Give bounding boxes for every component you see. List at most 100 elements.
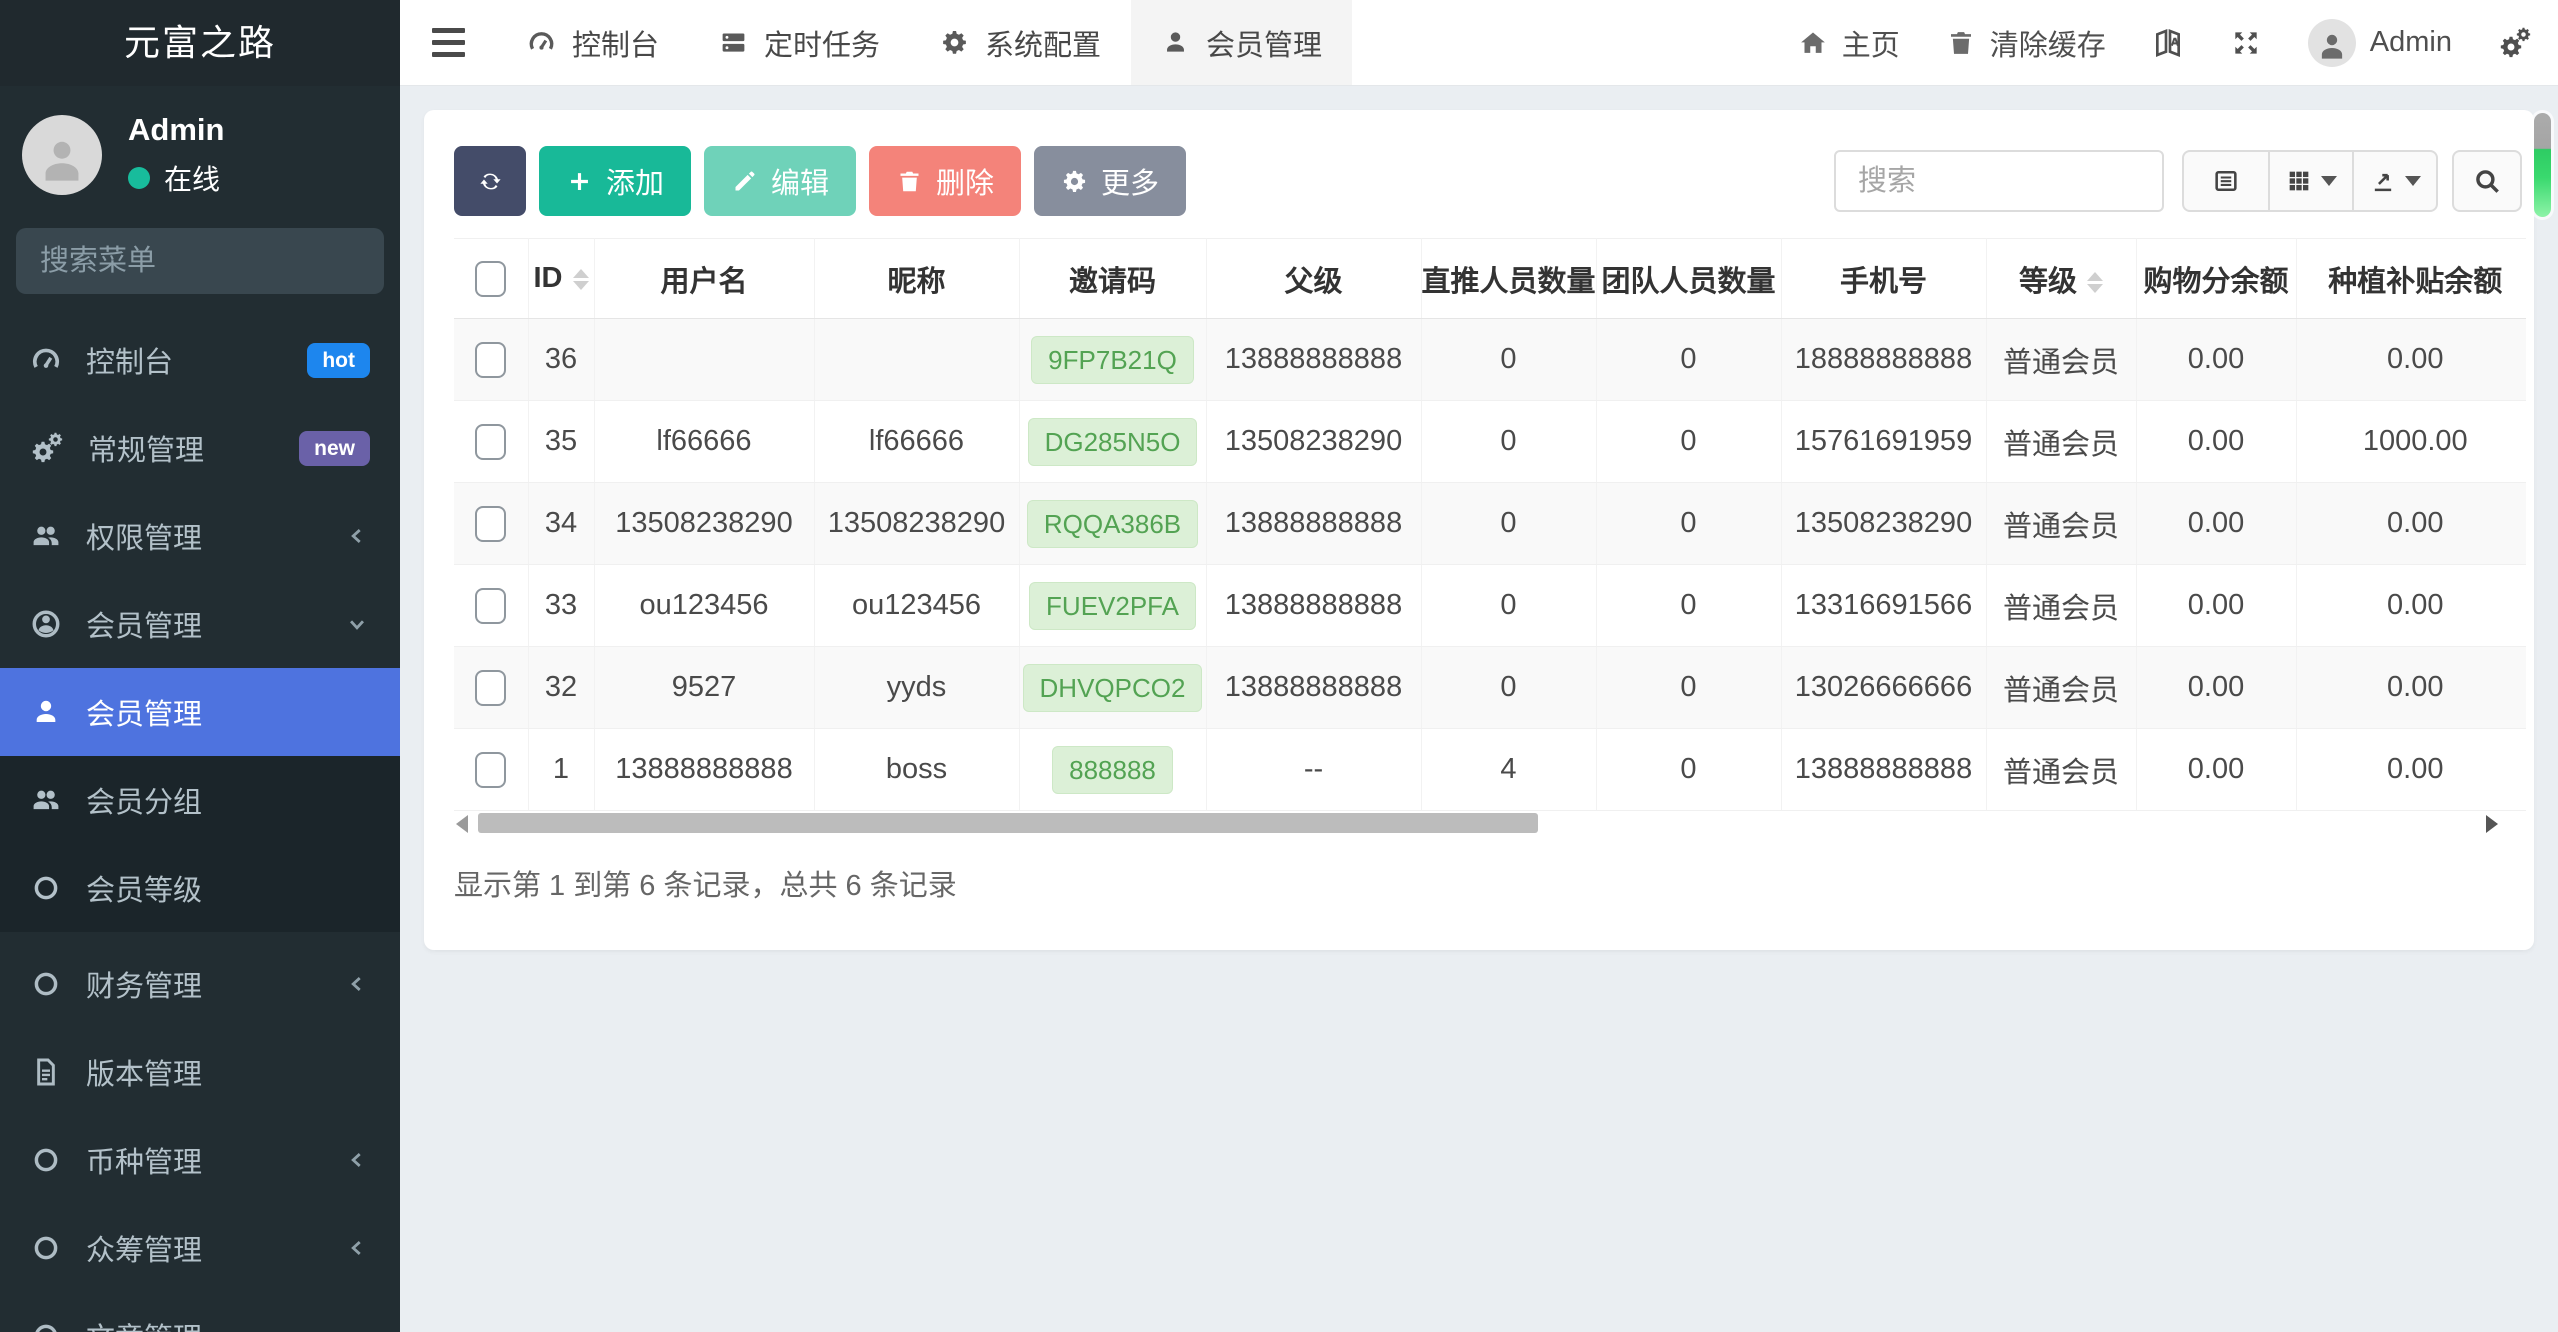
chevron-left-icon (351, 1241, 361, 1255)
table-wrapper: ID 用户名 昵称 邀请码 父级 直推人员数量 团队人员数量 手机号 等级 购物… (454, 238, 2526, 811)
home-link[interactable]: 主页 (1798, 22, 1900, 64)
home-icon (1800, 32, 1825, 53)
gauge-icon (529, 32, 554, 50)
online-dot (128, 167, 150, 189)
sidebar-item-label: 会员管理 (86, 611, 203, 643)
row-checkbox[interactable] (475, 669, 507, 706)
submenu-item-label: 会员管理 (86, 699, 203, 731)
advanced-search-button[interactable] (2452, 150, 2522, 212)
sidebar-item-finance[interactable]: 财务管理 (0, 940, 400, 1028)
cell-plant-balance: 0.00 (2296, 728, 2526, 811)
fullscreen-icon[interactable] (2230, 27, 2262, 59)
tab-dashboard[interactable]: 控制台 (497, 0, 689, 85)
submenu-item-member-levels[interactable]: 会员等级 (0, 844, 400, 932)
column-header-plant-balance: 种植补贴余额 (2296, 238, 2526, 319)
row-checkbox[interactable] (475, 505, 507, 542)
grid-icon (2289, 171, 2309, 191)
submenu-item-member-groups[interactable]: 会员分组 (0, 756, 400, 844)
export-button[interactable] (2352, 152, 2436, 210)
column-header-invite-code: 邀请码 (1019, 238, 1207, 319)
cell-direct: 0 (1421, 482, 1597, 565)
column-header-id[interactable]: ID (528, 238, 595, 319)
refresh-button[interactable] (454, 146, 526, 216)
table-row[interactable]: 32 9527 yyds DHVQPCO2 13888888888 0 0 13… (454, 646, 2526, 729)
users-icon (33, 526, 59, 546)
cell-username: ou123456 (594, 564, 815, 647)
sidebar-item-dashboard[interactable]: 控制台 hot (0, 316, 400, 404)
detail-view-button[interactable] (2184, 152, 2268, 210)
column-header-level[interactable]: 等级 (1986, 238, 2137, 319)
record-count-status: 显示第 1 到第 6 条记录，总共 6 条记录 (454, 870, 957, 902)
cell-team: 0 (1596, 400, 1782, 483)
sidebar-item-crowdfunding[interactable]: 众筹管理 (0, 1204, 400, 1292)
column-header-direct-count: 直推人员数量 (1421, 238, 1597, 319)
table-row[interactable]: 33 ou123456 ou123456 FUEV2PFA 1388888888… (454, 564, 2526, 647)
settings-cogs-icon[interactable] (2498, 26, 2532, 60)
edit-button[interactable]: 编辑 (704, 146, 857, 216)
sidebar-item-label: 众筹管理 (86, 1235, 203, 1267)
menu-toggle-icon[interactable] (400, 0, 497, 85)
edit-button-label: 编辑 (771, 168, 830, 200)
sidebar-item-general[interactable]: 常规管理 new (0, 404, 400, 492)
circle-icon (34, 1236, 58, 1260)
cell-direct: 4 (1421, 728, 1597, 811)
sidebar-item-label: 币种管理 (86, 1147, 203, 1179)
select-all-checkbox[interactable] (475, 260, 507, 297)
cell-username: lf66666 (594, 400, 815, 483)
tab-label: 会员管理 (1206, 29, 1323, 62)
submenu-item-member-management[interactable]: 会员管理 (0, 668, 400, 756)
home-label: 主页 (1841, 29, 1900, 62)
scroll-left-arrow-icon[interactable] (456, 815, 468, 833)
more-button[interactable]: 更多 (1034, 146, 1187, 216)
cell-level: 普通会员 (1986, 564, 2137, 647)
table-row[interactable]: 36 9FP7B21Q 13888888888 0 0 18888888888 … (454, 318, 2526, 401)
columns-button[interactable] (2268, 152, 2352, 210)
user-menu[interactable]: Admin (2307, 18, 2452, 67)
horizontal-scrollbar-thumb[interactable] (478, 813, 1538, 833)
invite-code-badge: FUEV2PFA (1029, 581, 1196, 630)
row-checkbox[interactable] (475, 587, 507, 624)
refresh-icon (479, 173, 501, 189)
tab-label: 系统配置 (985, 29, 1102, 62)
tab-member-management[interactable]: 会员管理 (1131, 0, 1353, 85)
cell-id: 35 (528, 400, 595, 483)
cell-id: 36 (528, 318, 595, 401)
avatar (22, 115, 102, 195)
row-checkbox[interactable] (475, 751, 507, 788)
language-icon[interactable] (2152, 27, 2184, 59)
circle-icon (34, 876, 58, 900)
pencil-icon (735, 171, 755, 190)
cell-parent: 13888888888 (1206, 564, 1422, 647)
add-button[interactable]: 添加 (539, 146, 692, 216)
cell-nickname: boss (814, 728, 1020, 811)
cogs-icon (30, 431, 64, 465)
sort-icon (572, 268, 589, 290)
delete-button[interactable]: 删除 (869, 146, 1022, 216)
table-search-input[interactable] (1834, 150, 2164, 212)
vertical-scrollbar-thumb[interactable] (2534, 113, 2551, 217)
table-row[interactable]: 35 lf66666 lf66666 DG285N5O 13508238290 … (454, 400, 2526, 483)
sidebar-item-currencies[interactable]: 币种管理 (0, 1116, 400, 1204)
row-checkbox[interactable] (475, 341, 507, 378)
sidebar-item-permissions[interactable]: 权限管理 (0, 492, 400, 580)
table-row[interactable]: 34 13508238290 13508238290 RQQA386B 1388… (454, 482, 2526, 565)
caret-down-icon (2321, 176, 2337, 186)
cell-phone: 13316691566 (1781, 564, 1987, 647)
plus-icon (571, 172, 588, 190)
members-submenu: 会员管理 会员分组 会员等级 (0, 668, 400, 932)
tab-scheduled-tasks[interactable]: 定时任务 (689, 0, 910, 85)
search-icon (2476, 170, 2499, 193)
sidebar-item-members[interactable]: 会员管理 (0, 580, 400, 668)
sidebar-item-articles[interactable]: 文章管理 (0, 1292, 400, 1332)
table-row[interactable]: 1 13888888888 boss 888888 -- 4 0 1388888… (454, 728, 2526, 811)
cell-phone: 13508238290 (1781, 482, 1987, 565)
scroll-right-arrow-icon[interactable] (2486, 815, 2498, 833)
clear-cache-link[interactable]: 清除缓存 (1946, 22, 2106, 64)
tab-system-config[interactable]: 系统配置 (910, 0, 1131, 85)
cell-nickname (814, 318, 1020, 401)
sidebar-item-versions[interactable]: 版本管理 (0, 1028, 400, 1116)
cell-id: 32 (528, 646, 595, 729)
row-checkbox[interactable] (475, 423, 507, 460)
menu-search-input[interactable] (40, 244, 400, 278)
more-button-label: 更多 (1101, 168, 1160, 200)
